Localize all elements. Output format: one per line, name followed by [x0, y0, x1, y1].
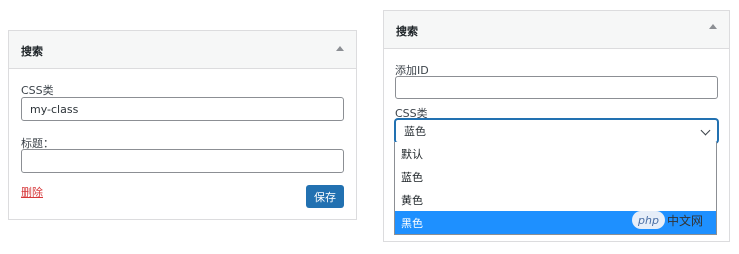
left-widget-title: 搜索	[21, 45, 43, 58]
left-title-input[interactable]	[21, 149, 344, 173]
css-class-selected-value: 蓝色	[404, 125, 426, 138]
caret-up-icon[interactable]	[336, 46, 344, 51]
dropdown-option-blue[interactable]: 蓝色	[395, 165, 716, 188]
left-search-widget: 搜索 CSS类 my-class 标题： 删除 保存	[8, 30, 357, 220]
left-css-class-input[interactable]: my-class	[21, 97, 344, 121]
option-label: 黑色	[401, 216, 423, 230]
option-label: 默认	[401, 147, 423, 161]
left-widget-header[interactable]: 搜索	[9, 31, 356, 69]
watermark-logo: php	[632, 211, 665, 229]
chevron-down-icon	[700, 125, 711, 136]
option-label: 蓝色	[401, 170, 423, 184]
right-widget-title: 搜索	[396, 25, 418, 38]
left-css-class-value: my-class	[30, 102, 79, 116]
site-watermark: php 中文网	[632, 210, 703, 230]
right-widget-header[interactable]: 搜索	[384, 11, 729, 49]
add-id-input[interactable]	[395, 76, 718, 99]
dropdown-option-yellow[interactable]: 黄色	[395, 188, 716, 211]
dropdown-option-default[interactable]: 默认	[395, 142, 716, 165]
delete-link[interactable]: 删除	[21, 184, 43, 200]
option-label: 黄色	[401, 193, 423, 207]
caret-up-icon[interactable]	[709, 24, 717, 29]
watermark-text: 中文网	[666, 213, 703, 228]
css-class-select[interactable]: 蓝色	[395, 119, 718, 143]
left-css-class-label: CSS类	[21, 84, 54, 97]
save-button[interactable]: 保存	[306, 185, 344, 208]
